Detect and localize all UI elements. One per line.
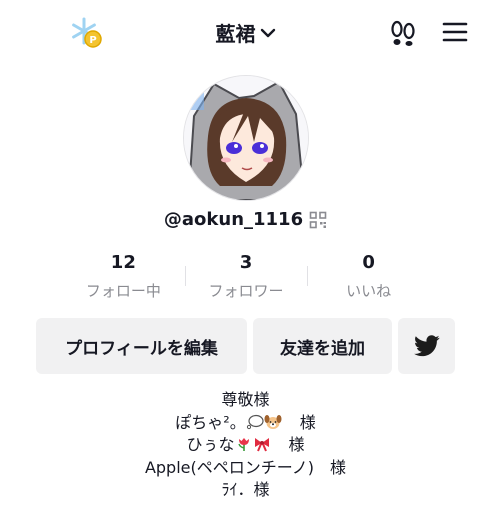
twitter-button[interactable]: [398, 318, 455, 374]
qr-code-icon[interactable]: [309, 211, 327, 229]
likes-stat[interactable]: 0 いいね: [307, 252, 430, 304]
ribbon-icon: [254, 438, 269, 452]
following-label: フォロー中: [85, 282, 161, 300]
username-handle: @aokun_1116: [163, 209, 304, 230]
profile-bio: 尊敬様 ぽちゃ²。様 ひぅな様 Apple(ペペロンチーノ) 様 ﾗｲ．様: [0, 389, 491, 502]
bio-line-2-text: ぽちゃ²。: [175, 412, 246, 432]
followers-stat[interactable]: 3 フォロワー: [184, 252, 308, 304]
footsteps-icon[interactable]: [389, 19, 417, 47]
profile-stats: 12 フォロー中 3 フォロワー 0 いいね: [62, 252, 430, 304]
likes-label: いいね: [346, 282, 392, 300]
tulip-icon: [237, 438, 249, 451]
avatar[interactable]: [183, 75, 309, 201]
followers-label: フォロワー: [208, 282, 284, 300]
bio-line-4: Apple(ペペロンチーノ) 様: [144, 457, 347, 477]
bio-line-3: ひぅな 様: [0, 434, 491, 457]
edit-profile-button[interactable]: プロフィールを編集: [36, 318, 247, 374]
account-title: 藍裙: [215, 22, 256, 46]
dog-face-icon: [264, 414, 282, 429]
followers-count: 3: [239, 252, 253, 273]
bio-line-2: ぽちゃ²。 様: [0, 412, 491, 435]
top-bar: P 藍裙: [0, 0, 491, 64]
bio-line-2-suffix: 様: [299, 412, 316, 432]
username-row: @aokun_1116: [164, 209, 327, 230]
thought-bubble-icon: [246, 414, 264, 429]
avatar-illustration: [184, 76, 308, 200]
twitter-icon: [413, 335, 440, 357]
chevron-down-icon: [260, 28, 275, 37]
bio-line-1: 尊敬様: [221, 390, 270, 409]
menu-icon[interactable]: [441, 20, 469, 44]
bio-line-3-suffix: 様: [288, 435, 305, 454]
following-count: 12: [110, 252, 136, 273]
likes-count: 0: [362, 252, 375, 273]
bio-line-5: ﾗｲ．様: [221, 480, 270, 499]
following-stat[interactable]: 12 フォロー中: [62, 252, 185, 304]
bio-line-3-text: ひぅな: [186, 435, 235, 454]
add-friends-button[interactable]: 友達を追加: [253, 318, 392, 374]
account-switcher[interactable]: 藍裙: [216, 18, 276, 47]
